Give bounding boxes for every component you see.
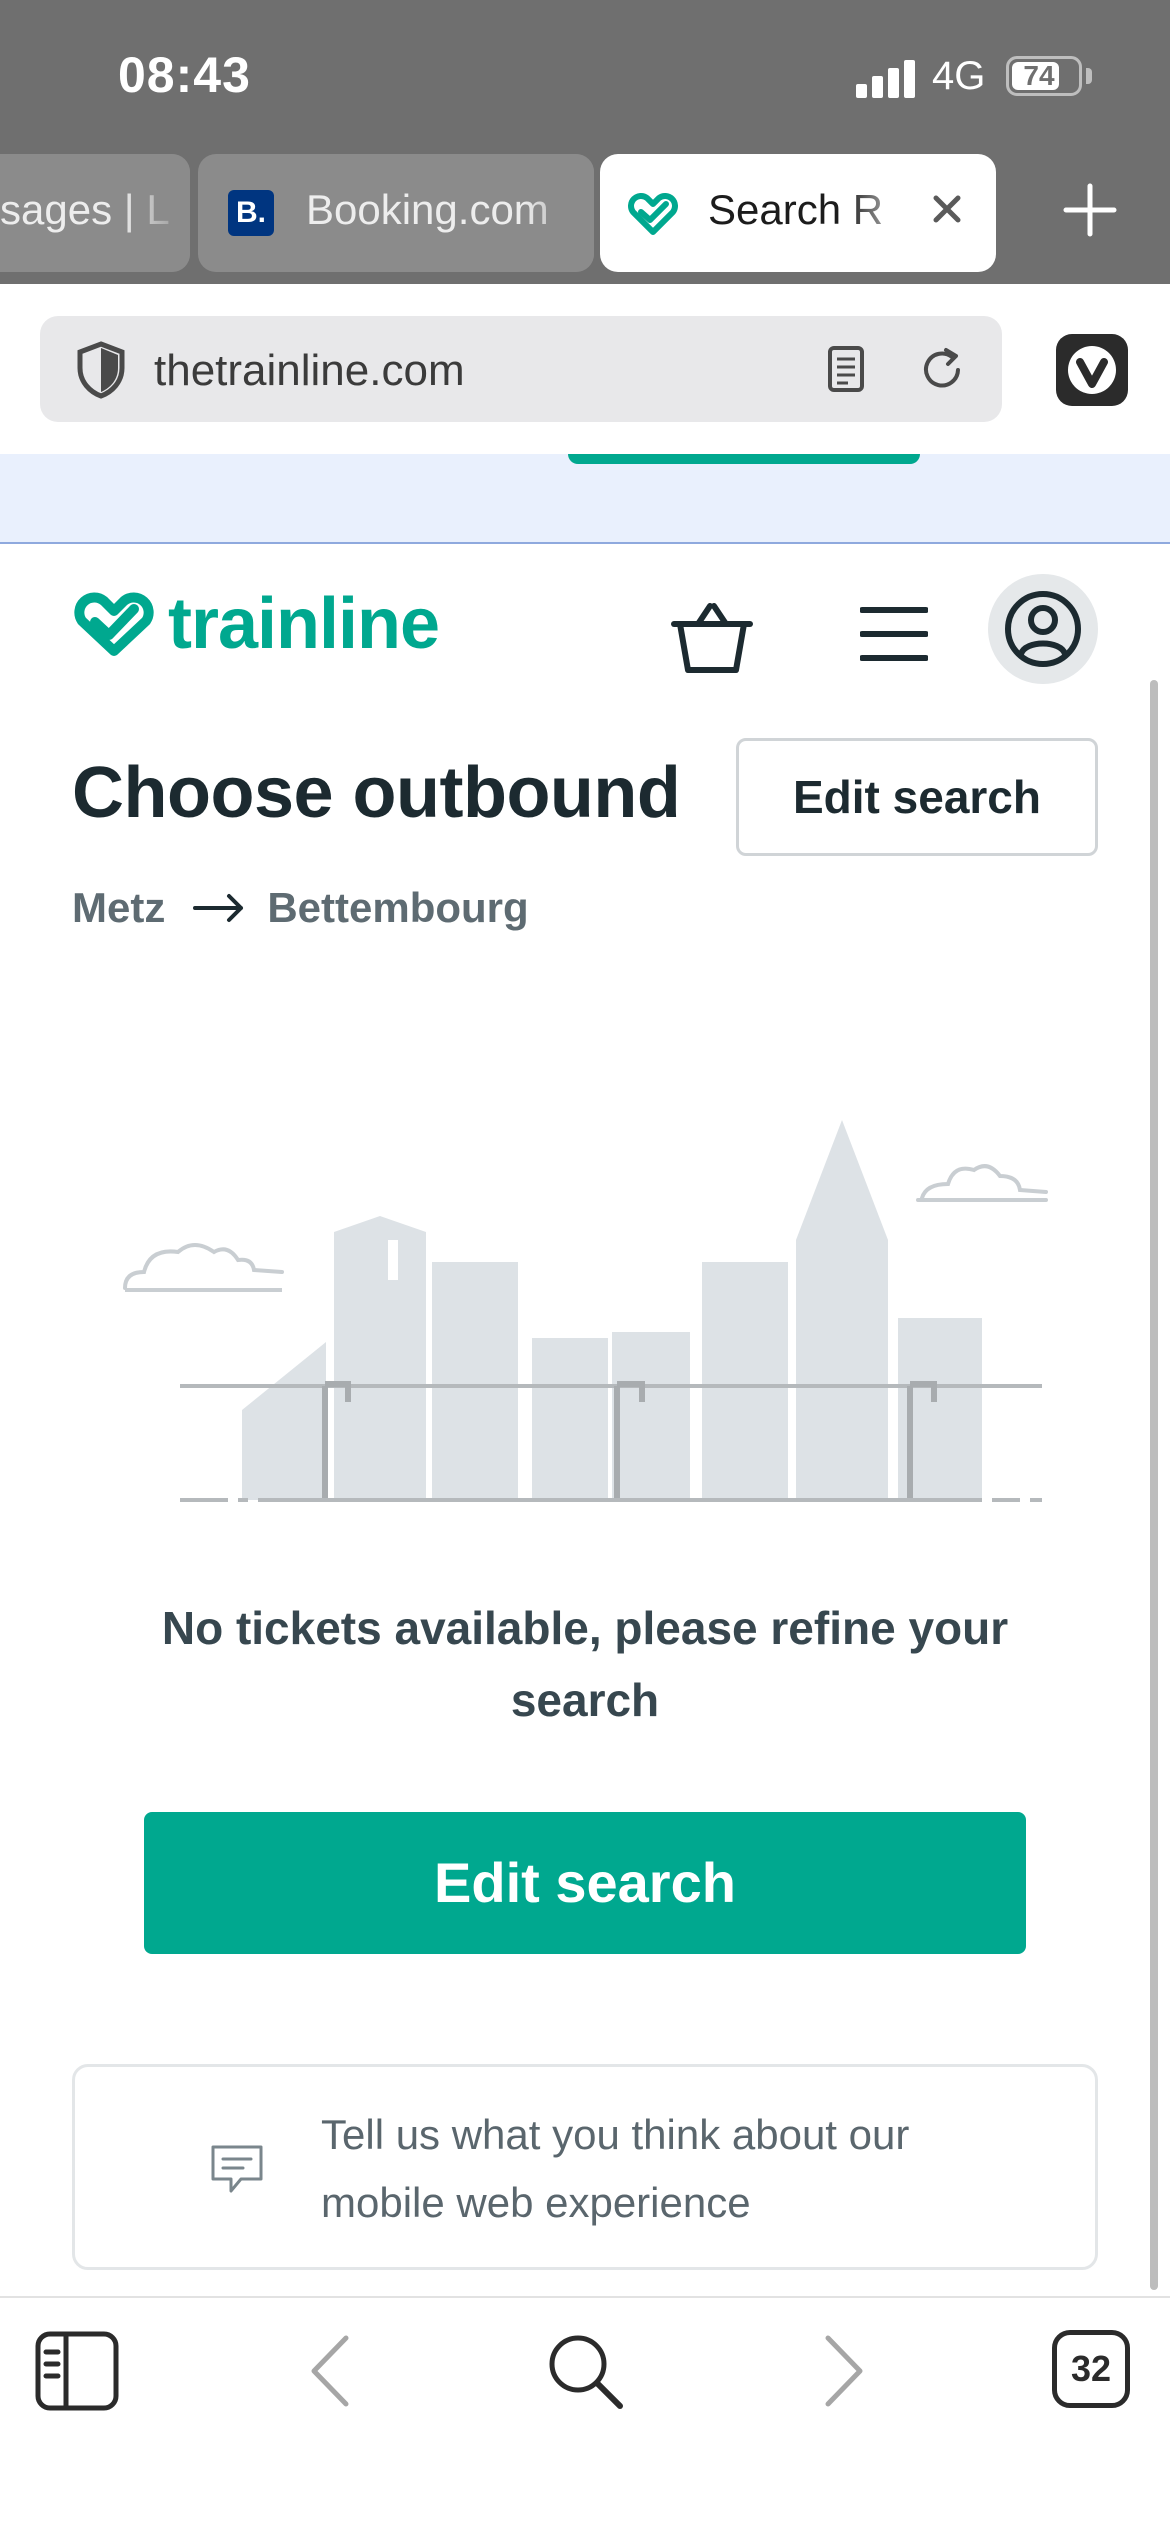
feedback-text: Tell us what you think about our mobile … xyxy=(321,2111,910,2226)
logo-wordmark: trainline xyxy=(168,584,440,664)
forward-chevron-icon[interactable] xyxy=(794,2326,884,2416)
hamburger-menu-icon[interactable] xyxy=(860,604,928,664)
battery-icon: 74 xyxy=(1006,56,1082,96)
empty-results-message: No tickets available, please refine your… xyxy=(161,1602,1009,1726)
reader-mode-icon[interactable] xyxy=(826,344,866,394)
browser-bottom-toolbar: 32 xyxy=(0,2296,1170,2532)
route-origin: Metz xyxy=(72,884,166,931)
tab-fade xyxy=(120,154,190,272)
trainline-heart-icon xyxy=(74,592,154,656)
tab-messages[interactable]: sages | L xyxy=(0,154,190,272)
route-summary: Metz Bettembourg xyxy=(72,880,529,936)
page-scrollbar[interactable] xyxy=(1150,680,1158,2290)
reload-icon[interactable] xyxy=(916,344,968,396)
trainline-favicon-icon xyxy=(628,193,678,235)
search-icon[interactable] xyxy=(540,2326,630,2416)
vivaldi-logo-icon xyxy=(1068,346,1116,394)
basket-icon[interactable] xyxy=(670,600,754,676)
top-banner xyxy=(0,454,1170,544)
tab-fade xyxy=(524,154,594,272)
battery-tip xyxy=(1086,68,1092,84)
url-text: thetrainline.com xyxy=(154,346,465,395)
edit-search-button-secondary[interactable]: Edit search xyxy=(736,738,1098,856)
chat-feedback-icon xyxy=(211,2145,263,2193)
address-field[interactable]: thetrainline.com xyxy=(40,316,1002,422)
booking-favicon-icon: B. xyxy=(228,190,274,236)
tab-label: Booking.com xyxy=(306,186,549,233)
status-time: 08:43 xyxy=(118,47,251,103)
trainline-logo[interactable]: trainline xyxy=(72,584,440,664)
tab-fade xyxy=(846,154,916,272)
signal-icon xyxy=(856,58,916,98)
shield-icon xyxy=(77,341,125,399)
edit-search-button-primary[interactable]: Edit search xyxy=(144,1812,1026,1954)
browser-top-chrome: 08:43 4G 74 sages | L B. Booking.com Sea… xyxy=(0,0,1170,284)
site-header: trainline xyxy=(0,544,1170,714)
back-chevron-icon[interactable] xyxy=(290,2326,380,2416)
route-destination: Bettembourg xyxy=(267,884,529,931)
page-title: Choose outbound xyxy=(72,753,681,833)
panel-sidebar-icon[interactable] xyxy=(32,2326,122,2416)
new-tab-plus-icon[interactable] xyxy=(1062,182,1118,238)
battery-level: 74 xyxy=(1023,60,1055,91)
tab-booking[interactable]: B. Booking.com xyxy=(198,154,594,272)
address-bar-area: thetrainline.com xyxy=(0,284,1170,454)
empty-city-illustration xyxy=(123,1120,1048,1502)
tab-count-button[interactable]: 32 xyxy=(1052,2330,1130,2408)
banner-button-edge[interactable] xyxy=(568,454,920,464)
user-icon xyxy=(1005,591,1081,667)
arrow-right-icon xyxy=(193,894,244,922)
close-tab-icon[interactable] xyxy=(922,184,972,234)
vivaldi-menu-icon[interactable] xyxy=(1056,334,1128,406)
network-type: 4G xyxy=(932,54,986,98)
account-button[interactable] xyxy=(988,574,1098,684)
feedback-card[interactable]: Tell us what you think about our mobile … xyxy=(72,2064,1098,2270)
